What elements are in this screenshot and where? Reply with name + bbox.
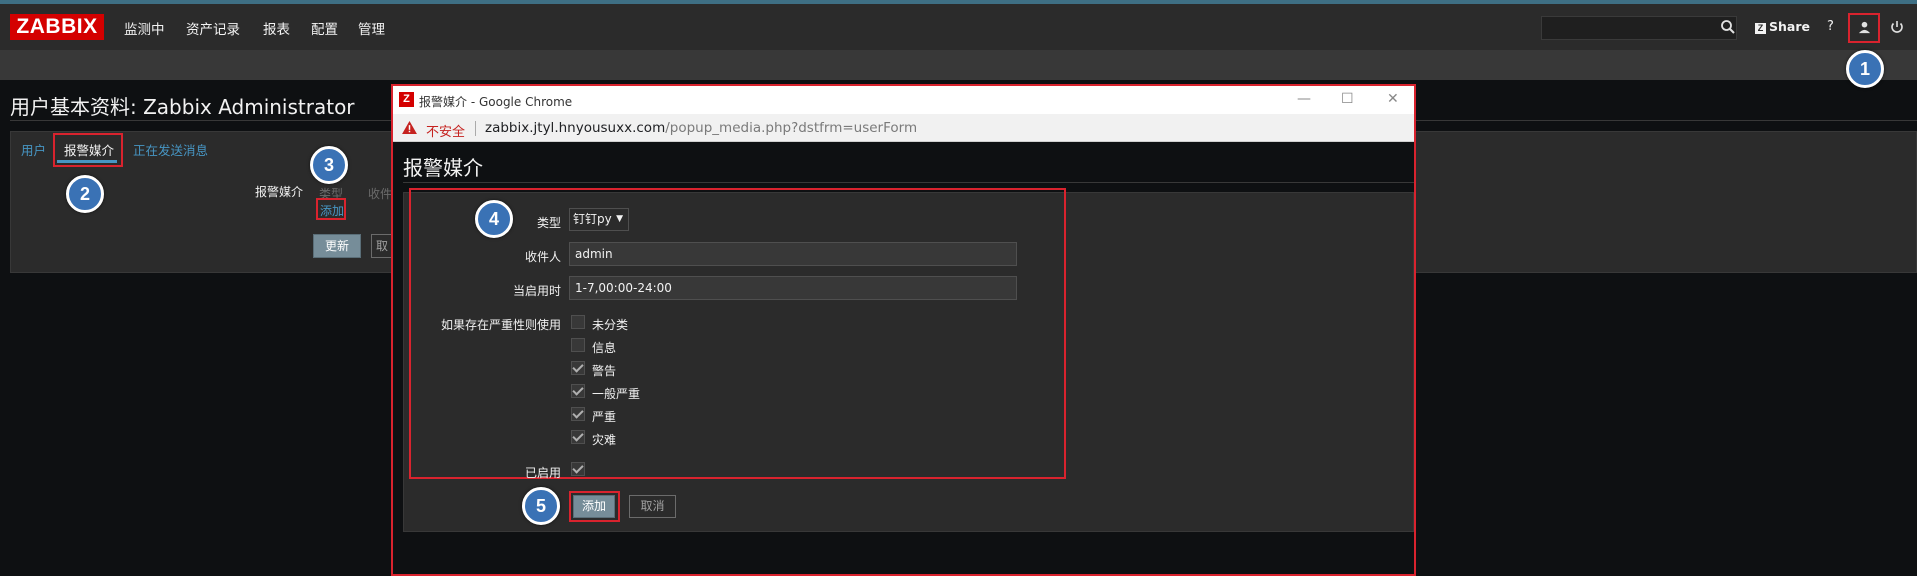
callout-2: 2	[66, 175, 104, 213]
media-label: 报警媒介	[255, 185, 304, 199]
zabbix-share-icon: Z	[1755, 23, 1766, 34]
popup-cancel-button[interactable]: 取消	[629, 495, 676, 518]
menu-reports[interactable]: 报表	[263, 18, 290, 38]
not-secure-label[interactable]: 不安全	[426, 121, 465, 140]
severity-checkbox-not-classified[interactable]	[571, 315, 585, 329]
share-label: Share	[1769, 19, 1810, 34]
add-button-highlight	[569, 491, 620, 522]
enabled-checkbox[interactable]	[571, 462, 585, 476]
severity-label-average: 一般严重	[592, 387, 641, 401]
url-text[interactable]: zabbix.jtyl.hnyousuxx.com/popup_media.ph…	[485, 120, 917, 136]
tab-media-highlight	[53, 133, 123, 167]
severity-label-warning: 警告	[592, 364, 617, 378]
severity-label-not-classified: 未分类	[592, 318, 629, 332]
user-icon	[1858, 21, 1871, 34]
callout-4: 4	[475, 200, 513, 238]
popup-divider	[403, 182, 1414, 183]
zabbix-logo[interactable]: ZABBIX	[10, 14, 104, 40]
severity-checkbox-average[interactable]	[571, 384, 585, 398]
maximize-icon[interactable]: ☐	[1341, 91, 1354, 107]
sendto-input[interactable]: admin	[569, 242, 1017, 266]
sub-navbar	[0, 50, 1917, 80]
url-host: zabbix.jtyl.hnyousuxx.com	[485, 120, 666, 136]
address-bar[interactable]: 不安全 zabbix.jtyl.hnyousuxx.com/popup_medi…	[393, 114, 1414, 142]
callout-5: 5	[522, 487, 560, 525]
enabled-label: 已启用	[525, 466, 562, 480]
menu-monitoring[interactable]: 监测中	[124, 18, 165, 38]
type-label: 类型	[537, 216, 562, 230]
type-select-value: 钉钉py	[573, 212, 612, 226]
top-navbar: ZABBIX 监测中 资产记录 报表 配置 管理 Z Share ?	[0, 4, 1917, 50]
search-icon[interactable]	[1720, 19, 1736, 35]
sendto-label: 收件人	[525, 250, 562, 264]
warning-icon	[402, 121, 417, 134]
tab-messaging[interactable]: 正在发送消息	[133, 140, 208, 159]
popup-heading: 报警媒介	[403, 156, 483, 180]
chrome-window-title: 报警媒介 - Google Chrome	[419, 95, 573, 109]
chevron-down-icon: ▼	[616, 214, 623, 224]
media-col-sendto: 收件	[368, 187, 393, 201]
chrome-title-bar: Z 报警媒介 - Google Chrome — ☐ ✕	[393, 86, 1414, 114]
menu-inventory[interactable]: 资产记录	[186, 18, 240, 38]
search-input[interactable]	[1541, 16, 1737, 40]
severity-checkbox-high[interactable]	[571, 407, 585, 421]
menu-configuration[interactable]: 配置	[311, 18, 338, 38]
severity-label-information: 信息	[592, 341, 617, 355]
close-icon[interactable]: ✕	[1387, 91, 1399, 107]
when-active-input[interactable]: 1-7,00:00-24:00	[569, 276, 1017, 300]
severity-label-disaster: 灾难	[592, 433, 617, 447]
callout-3: 3	[310, 146, 348, 184]
cancel-button-behind[interactable]: 取	[371, 234, 393, 258]
tab-user[interactable]: 用户	[21, 140, 46, 159]
severity-checkbox-warning[interactable]	[571, 361, 585, 375]
user-profile-button[interactable]	[1848, 13, 1880, 43]
zabbix-favicon: Z	[399, 92, 414, 107]
severity-label: 如果存在严重性则使用	[441, 318, 562, 332]
when-active-label: 当启用时	[513, 284, 562, 298]
callout-1: 1	[1846, 50, 1884, 88]
minimize-icon[interactable]: —	[1297, 91, 1311, 107]
severity-checkbox-disaster[interactable]	[571, 430, 585, 444]
power-icon[interactable]	[1889, 19, 1905, 35]
share-button[interactable]: Z Share	[1755, 19, 1810, 34]
severity-checkbox-information[interactable]	[571, 338, 585, 352]
menu-administration[interactable]: 管理	[358, 18, 385, 38]
severity-label-high: 严重	[592, 410, 617, 424]
help-button[interactable]: ?	[1827, 19, 1834, 34]
add-link-highlight	[316, 198, 346, 220]
address-separator	[475, 121, 476, 136]
type-select[interactable]: 钉钉py ▼	[569, 208, 629, 231]
page-title: 用户基本资料: Zabbix Administrator	[10, 95, 355, 119]
update-button[interactable]: 更新	[313, 234, 361, 258]
url-path: /popup_media.php?dstfrm=userForm	[665, 120, 918, 136]
